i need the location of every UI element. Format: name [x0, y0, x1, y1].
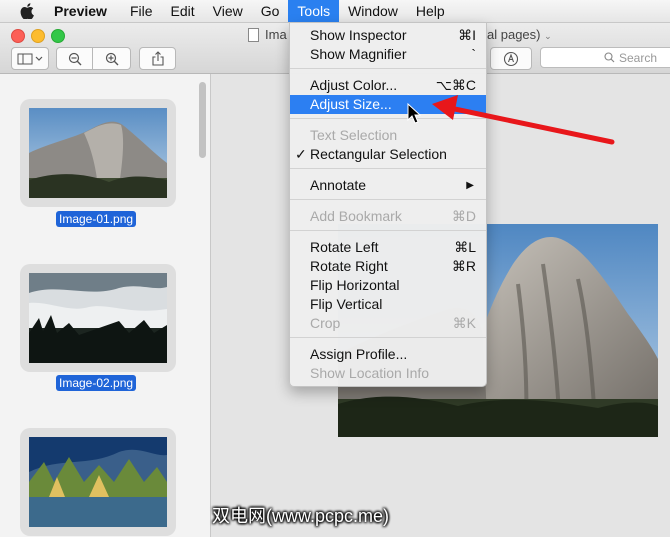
zoom-out-icon	[68, 52, 82, 65]
menu-separator	[290, 199, 486, 200]
thumbnail-label-1[interactable]: Image-01.png	[56, 211, 137, 227]
window-title-start: Ima	[265, 27, 287, 42]
menu-item-show-inspector[interactable]: Show Inspector ⌘I	[290, 26, 486, 45]
apple-icon[interactable]	[20, 3, 36, 19]
menu-separator	[290, 168, 486, 169]
sidebar-icon	[17, 53, 43, 64]
menu-item-adjust-color[interactable]: Adjust Color... ⌥⌘C	[290, 76, 486, 95]
menu-item-rectangular-selection[interactable]: ✓ Rectangular Selection	[290, 145, 486, 164]
thumbnail-sidebar[interactable]: Image-01.png Image-02.png	[0, 74, 211, 537]
menu-item-show-location-info: Show Location Info	[310, 365, 430, 381]
menu-window[interactable]: Window	[339, 0, 407, 22]
zoom-out-button[interactable]	[56, 47, 94, 70]
menu-item-flip-vertical[interactable]: Flip Vertical	[290, 295, 486, 314]
menu-item-text-selection: Text Selection	[310, 127, 398, 143]
menu-item-crop: Crop ⌘K	[310, 315, 476, 331]
search-placeholder: Search	[619, 50, 658, 65]
menu-item-annotate[interactable]: Annotate ▶	[290, 176, 486, 195]
menu-item-adjust-size[interactable]: Adjust Size...	[290, 95, 486, 114]
menu-go[interactable]: Go	[252, 0, 289, 22]
thumbnail-2[interactable]	[20, 264, 176, 372]
menu-help[interactable]: Help	[407, 0, 454, 22]
menu-item-assign-profile[interactable]: Assign Profile...	[290, 345, 486, 364]
fullscreen-button[interactable]	[51, 29, 65, 43]
menu-item-rotate-left[interactable]: Rotate Left ⌘L	[290, 238, 486, 257]
menu-item-add-bookmark: Add Bookmark ⌘D	[310, 208, 476, 224]
thumbnail-3[interactable]	[20, 428, 176, 536]
watermark-text: 双电网(www.pcpc.me)	[212, 506, 390, 526]
thumbnail-label-2[interactable]: Image-02.png	[56, 375, 137, 391]
thumbnail-image-2	[29, 273, 167, 363]
menu-file[interactable]: File	[121, 0, 162, 22]
sidebar-scrollbar[interactable]	[199, 82, 206, 158]
zoom-in-icon	[105, 52, 118, 65]
menu-separator	[290, 118, 486, 119]
menu-bar: Preview File Edit View Go Tools Window H…	[0, 0, 670, 23]
minimize-button[interactable]	[31, 29, 45, 43]
markup-button[interactable]	[490, 47, 532, 70]
menu-item-rotate-right[interactable]: Rotate Right ⌘R	[290, 257, 486, 276]
submenu-arrow-icon: ▶	[466, 180, 474, 191]
thumbnail-image-1	[29, 108, 167, 198]
share-button[interactable]	[139, 47, 176, 70]
menu-item-show-magnifier[interactable]: Show Magnifier `	[290, 45, 486, 64]
chevron-down-icon: ⌄	[544, 31, 552, 41]
thumbnail-image-3	[29, 437, 167, 527]
menu-separator	[290, 68, 486, 69]
menu-view[interactable]: View	[204, 0, 252, 22]
menu-separator	[290, 230, 486, 231]
thumbnail-1[interactable]	[20, 99, 176, 207]
checkmark-icon: ✓	[295, 146, 307, 162]
menu-tools[interactable]: Tools	[288, 0, 340, 22]
search-input[interactable]: Search	[540, 47, 670, 68]
sidebar-view-button[interactable]	[11, 47, 49, 70]
window-title-end: al pages) ⌄	[487, 27, 552, 42]
zoom-in-button[interactable]	[92, 47, 131, 70]
share-icon	[151, 51, 164, 66]
markup-icon	[503, 51, 519, 66]
menu-edit[interactable]: Edit	[162, 0, 204, 22]
close-button[interactable]	[11, 29, 25, 43]
window-title: Ima	[248, 27, 287, 42]
menu-separator	[290, 337, 486, 338]
menu-preview[interactable]: Preview	[54, 0, 121, 22]
tools-menu: Show Inspector ⌘I Show Magnifier ` Adjus…	[289, 22, 487, 387]
search-icon	[604, 52, 615, 63]
document-icon	[248, 27, 259, 42]
menu-item-flip-horizontal[interactable]: Flip Horizontal	[290, 276, 486, 295]
